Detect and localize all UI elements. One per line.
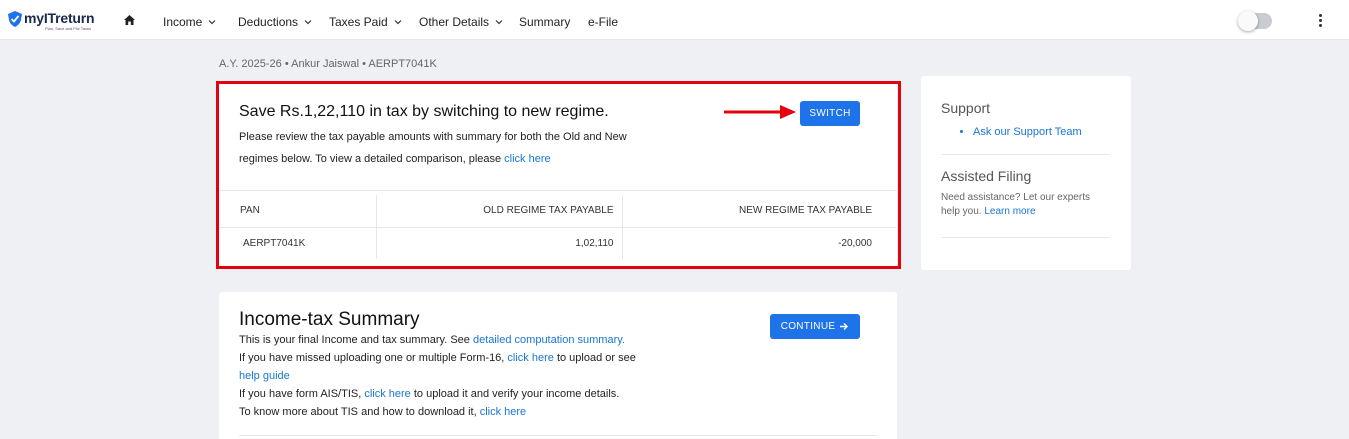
learn-more-link[interactable]: Learn more (984, 206, 1035, 217)
brand-name: myITreturn (24, 10, 95, 26)
assisted-filing-text: Need assistance? Let our experts help yo… (941, 191, 1111, 219)
continue-label: CONTINUE (780, 321, 836, 332)
shield-check-icon (8, 11, 22, 27)
summary-card: Income-tax Summary CONTINUE This is your… (219, 292, 897, 439)
divider (219, 190, 897, 191)
divider (941, 154, 1109, 155)
summary-title: Income-tax Summary (239, 309, 420, 330)
table-header-row: PAN OLD REGIME TAX PAYABLE NEW REGIME TA… (219, 195, 897, 227)
header-pan: PAN (219, 195, 377, 227)
toggle-knob (1238, 11, 1258, 31)
summary-line: help guide (239, 367, 679, 385)
cell-old-tax: 1,02,110 (376, 226, 623, 259)
nav-income[interactable]: Income (163, 15, 217, 29)
nav-summary[interactable]: Summary (519, 15, 570, 29)
regime-desc-line2: regimes below. To view a detailed compar… (239, 153, 505, 165)
nav-other-details-label: Other Details (419, 15, 490, 29)
divider (239, 435, 877, 436)
nav-taxes-paid-label: Taxes Paid (329, 15, 388, 29)
table-row: AERPT7041K 1,02,110 -20,000 (219, 226, 897, 259)
summary-line: This is your final Income and tax summar… (239, 331, 679, 349)
divider (941, 237, 1109, 238)
chevron-down-icon (208, 20, 216, 25)
summary-text: If you have missed uploading one or mult… (239, 352, 508, 364)
chevron-down-icon (495, 20, 503, 25)
regime-desc-line1: Please review the tax payable amounts wi… (239, 131, 627, 143)
more-vertical-icon[interactable] (1315, 13, 1325, 29)
summary-text: This is your final Income and tax summar… (239, 334, 473, 346)
summary-body: This is your final Income and tax summar… (239, 331, 679, 421)
header-new-regime: NEW REGIME TAX PAYABLE (739, 205, 872, 217)
nav-efile[interactable]: e-File (588, 15, 618, 29)
list-item: Ask our Support Team (973, 126, 1082, 138)
arrow-right-icon (724, 105, 796, 119)
brand-tagline: Plan, Save and File Taxes (45, 26, 92, 31)
summary-line: To know more about TIS and how to downlo… (239, 403, 679, 421)
nav-other-details[interactable]: Other Details (419, 15, 504, 29)
nav-efile-label: e-File (588, 15, 619, 29)
nav-deductions[interactable]: Deductions (238, 15, 313, 29)
nav-summary-label: Summary (519, 15, 571, 29)
nav-deductions-label: Deductions (238, 15, 299, 29)
regime-card: Save Rs.1,22,110 in tax by switching to … (219, 84, 897, 266)
summary-line: If you have missed uploading one or mult… (239, 349, 679, 367)
regime-title: Save Rs.1,22,110 in tax by switching to … (239, 103, 609, 120)
cell-pan: AERPT7041K (219, 226, 377, 259)
brand-logo[interactable]: myITreturn Plan, Save and File Taxes (8, 10, 98, 33)
cell-new-tax: -20,000 (622, 226, 897, 259)
arrow-right-icon (840, 323, 849, 330)
assessee-info: A.Y. 2025-26 • Ankur Jaiswal • AERPT7041… (219, 58, 437, 70)
help-guide-link[interactable]: help guide (239, 370, 290, 382)
top-navbar: myITreturn Plan, Save and File Taxes Inc… (0, 0, 1349, 40)
summary-text: to upload it and verify your income deta… (410, 388, 620, 400)
regime-table: PAN OLD REGIME TAX PAYABLE NEW REGIME TA… (219, 195, 897, 259)
comparison-link[interactable]: click here (504, 153, 550, 165)
support-heading: Support (941, 100, 991, 116)
home-icon[interactable] (124, 15, 135, 25)
switch-regime-button[interactable]: SWITCH (800, 101, 860, 126)
regime-description: Please review the tax payable amounts wi… (239, 126, 659, 170)
nav-income-label: Income (163, 15, 203, 29)
assisted-filing-heading: Assisted Filing (941, 168, 1032, 184)
support-list: Ask our Support Team (973, 126, 1082, 138)
chevron-down-icon (394, 20, 402, 25)
nav-taxes-paid[interactable]: Taxes Paid (329, 15, 403, 29)
theme-toggle[interactable] (1238, 11, 1272, 31)
computation-summary-link[interactable]: detailed computation summary. (473, 334, 625, 346)
tis-info-link[interactable]: click here (480, 406, 526, 418)
support-sidebar: Support Ask our Support Team Assisted Fi… (921, 76, 1131, 270)
support-team-link[interactable]: Ask our Support Team (973, 126, 1082, 138)
form16-upload-link[interactable]: click here (507, 352, 553, 364)
summary-text: to upload or see (553, 352, 636, 364)
ais-upload-link[interactable]: click here (364, 388, 410, 400)
summary-text: If you have form AIS/TIS, (239, 388, 365, 400)
summary-line: If you have form AIS/TIS, click here to … (239, 385, 679, 403)
summary-text: To know more about TIS and how to downlo… (239, 406, 480, 418)
header-old-regime: OLD REGIME TAX PAYABLE (376, 195, 623, 227)
chevron-down-icon (304, 20, 312, 25)
continue-button[interactable]: CONTINUE (770, 314, 860, 339)
